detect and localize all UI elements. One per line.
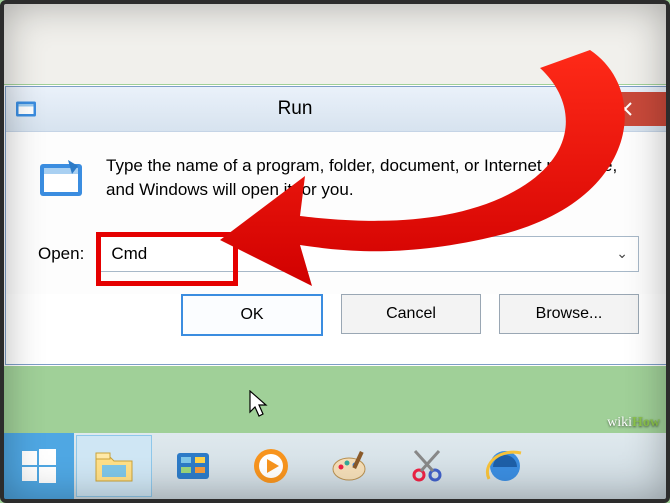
chevron-down-icon: ⌄ [616, 245, 628, 262]
dialog-description: Type the name of a program, folder, docu… [106, 154, 639, 202]
mouse-cursor [248, 390, 270, 418]
button-row: OK Cancel Browse... [6, 294, 670, 364]
media-player-icon [249, 445, 293, 487]
folder-icon [92, 445, 136, 487]
start-button[interactable] [4, 433, 74, 499]
taskbar [4, 433, 666, 499]
taskbar-item-file-explorer[interactable] [76, 435, 152, 497]
background-band [4, 4, 666, 84]
dialog-title: Run [46, 98, 544, 120]
scissors-icon [405, 445, 449, 487]
ie-icon [483, 445, 527, 487]
windows-logo-icon [22, 449, 56, 483]
open-label: Open: [38, 244, 84, 264]
title-bar[interactable]: Run [6, 87, 670, 132]
watermark: wikiHow [607, 415, 660, 431]
run-icon [38, 158, 84, 200]
close-button[interactable] [584, 92, 666, 126]
run-title-icon [16, 101, 36, 117]
browse-button[interactable]: Browse... [499, 294, 639, 334]
cancel-button[interactable]: Cancel [341, 294, 481, 334]
control-panel-icon [171, 445, 215, 487]
run-dialog: Run Type the name of a program, folder, … [5, 86, 670, 365]
paint-icon [327, 445, 371, 487]
taskbar-item-media-player[interactable] [234, 436, 308, 496]
taskbar-item-control-panel[interactable] [156, 436, 230, 496]
taskbar-item-ie[interactable] [468, 436, 542, 496]
taskbar-item-paint[interactable] [312, 436, 386, 496]
open-combobox[interactable]: Cmd ⌄ [100, 236, 639, 272]
close-icon [617, 101, 633, 117]
open-value: Cmd [111, 244, 147, 264]
ok-button[interactable]: OK [181, 294, 323, 336]
taskbar-item-snipping-tool[interactable] [390, 436, 464, 496]
